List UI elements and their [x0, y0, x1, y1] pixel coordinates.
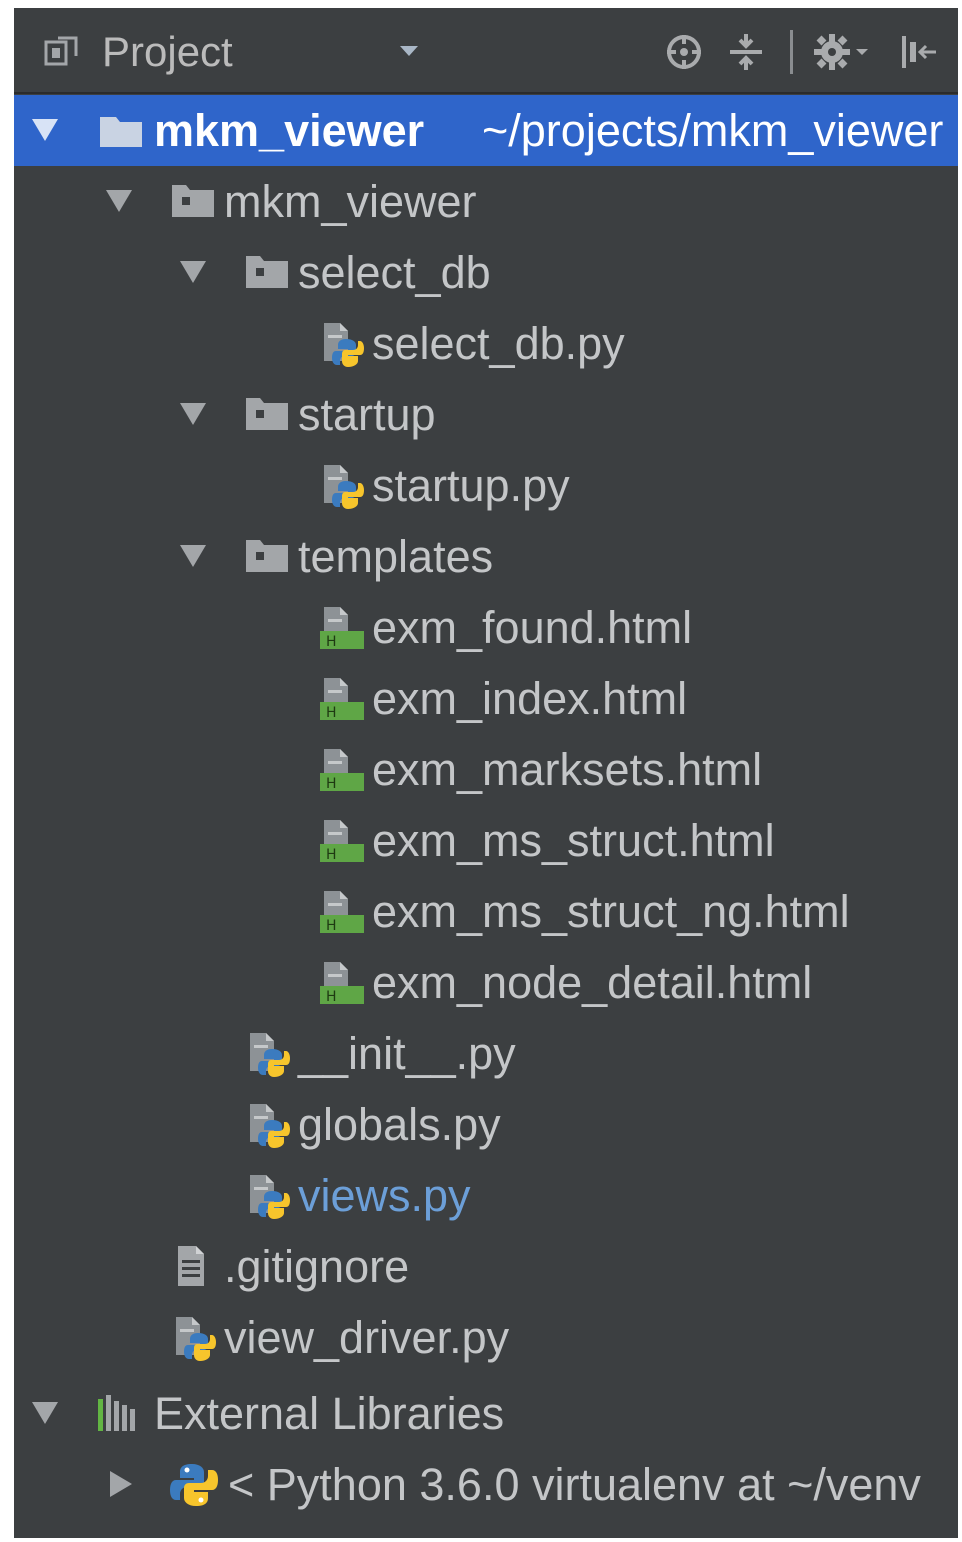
tree-row-file[interactable]: Hexm_ms_struct_ng.html [14, 876, 958, 947]
root-project-path: ~/projects/mkm_viewer [482, 105, 944, 156]
tree-row-folder[interactable]: startup [14, 379, 958, 450]
folder-icon [246, 256, 288, 288]
python-file-icon [250, 1175, 290, 1219]
project-view-icon [44, 36, 78, 66]
html-file-icon: H [320, 820, 364, 863]
python-file-icon [250, 1033, 290, 1077]
tree-item-label: exm_ms_struct_ng.html [372, 886, 850, 937]
tree-row-file[interactable]: .gitignore [14, 1231, 958, 1302]
collapse-arrow-icon[interactable] [110, 1471, 132, 1497]
expand-arrow-icon[interactable] [106, 190, 132, 212]
expand-arrow-icon[interactable] [180, 261, 206, 283]
tree-row-python-sdk[interactable]: < Python 3.6.0 virtualenv at ~/venv [14, 1449, 958, 1520]
tree-row-file[interactable]: Hexm_found.html [14, 592, 958, 663]
html-file-icon: H [320, 962, 364, 1005]
tree-row-file[interactable]: select_db.py [14, 308, 958, 379]
tree-item-label: startup [298, 389, 436, 440]
tree-row-file[interactable]: startup.py [14, 450, 958, 521]
root-project-name: mkm_viewer [154, 105, 425, 156]
folder-icon [172, 185, 214, 217]
tree-row-file[interactable]: __init__.py [14, 1018, 958, 1089]
python-sdk-icon [170, 1464, 218, 1506]
tree-row-file[interactable]: Hexm_node_detail.html [14, 947, 958, 1018]
svg-text:H: H [326, 776, 337, 792]
panel-title[interactable]: Project [102, 28, 233, 76]
tree-row-file[interactable]: view_driver.py [14, 1302, 958, 1373]
tree-item-label: exm_node_detail.html [372, 957, 813, 1008]
library-icon [98, 1395, 135, 1431]
folder-icon [100, 117, 142, 147]
tree-row-root[interactable]: mkm_viewer ~/projects/mkm_viewer [14, 95, 958, 166]
python-file-icon [324, 323, 364, 367]
tree-item-label: select_db [298, 247, 491, 298]
locate-icon[interactable] [664, 32, 704, 72]
html-file-icon: H [320, 749, 364, 792]
tree-item-label: globals.py [298, 1099, 501, 1150]
tree-row-folder[interactable]: select_db [14, 237, 958, 308]
svg-text:H: H [326, 989, 337, 1005]
tree-item-label: view_driver.py [224, 1312, 510, 1363]
tree-row-file[interactable]: Hexm_ms_struct.html [14, 805, 958, 876]
tree-row-file[interactable]: Hexm_marksets.html [14, 734, 958, 805]
tree-item-label: startup.py [372, 460, 570, 511]
python-file-icon [250, 1104, 290, 1148]
tree-item-label: views.py [298, 1170, 471, 1221]
python-sdk-label: < Python 3.6.0 virtualenv at ~/venv [228, 1459, 921, 1510]
tree-row-file[interactable]: Hexm_index.html [14, 663, 958, 734]
tree-item-label: select_db.py [372, 318, 625, 369]
tree-row-external-libraries[interactable]: External Libraries [14, 1378, 958, 1449]
svg-text:H: H [326, 705, 337, 721]
expand-arrow-icon[interactable] [180, 545, 206, 567]
tree-row-folder[interactable]: mkm_viewer [14, 166, 958, 237]
folder-icon [246, 398, 288, 430]
svg-text:H: H [326, 918, 337, 934]
tree-item-label: exm_marksets.html [372, 744, 763, 795]
view-mode-dropdown-icon[interactable] [400, 46, 418, 56]
html-file-icon: H [320, 678, 364, 721]
tree-item-label: exm_ms_struct.html [372, 815, 775, 866]
svg-text:H: H [326, 634, 337, 650]
expand-arrow-icon[interactable] [180, 403, 206, 425]
html-file-icon: H [320, 607, 364, 650]
tree-item-label: .gitignore [224, 1241, 410, 1292]
toolbar-separator [790, 30, 793, 74]
html-file-icon: H [320, 891, 364, 934]
panel-header: Project [14, 8, 958, 94]
tree-item-label: __init__.py [298, 1028, 516, 1079]
folder-icon [246, 540, 288, 572]
tree-row-folder[interactable]: templates [14, 521, 958, 592]
python-file-icon [324, 465, 364, 509]
tree-item-label: mkm_viewer [224, 176, 477, 227]
tree-item-label: templates [298, 531, 494, 582]
text-file-icon [178, 1246, 204, 1286]
tree-item-label: exm_index.html [372, 673, 688, 724]
expand-arrow-icon[interactable] [32, 119, 58, 141]
tree-item-label: exm_found.html [372, 602, 693, 653]
external-libraries-label: External Libraries [154, 1388, 505, 1439]
expand-arrow-icon[interactable] [32, 1402, 58, 1424]
hide-panel-icon[interactable] [898, 32, 938, 72]
collapse-all-icon[interactable] [726, 32, 766, 72]
tree-row-file[interactable]: views.py [14, 1160, 958, 1231]
project-panel: Project mkm_viewer ~/projects/mkm_viewer… [14, 8, 958, 1538]
settings-icon[interactable] [814, 32, 872, 72]
tree-row-file[interactable]: globals.py [14, 1089, 958, 1160]
python-file-icon [176, 1317, 216, 1361]
svg-text:H: H [326, 847, 337, 863]
